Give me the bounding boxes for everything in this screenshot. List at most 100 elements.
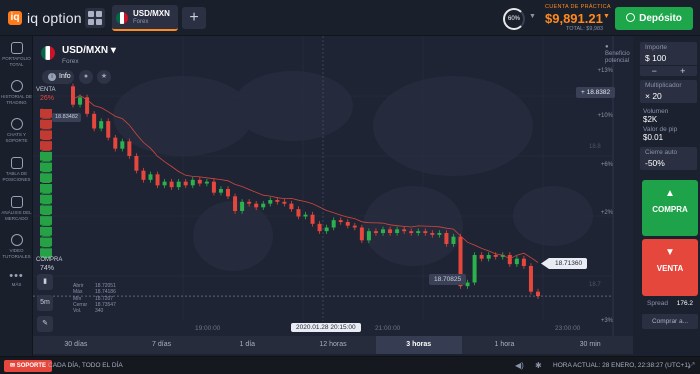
settings-icon[interactable]: ✱ [535,361,542,370]
star-icon[interactable]: ★ [97,70,111,84]
sentiment-block [40,141,52,150]
candle-body [451,236,456,244]
logo[interactable]: iq iq option [8,10,82,26]
plus-icon: + [581,89,585,96]
time-axis-label: 21:00:00 [375,325,401,332]
candle-body [437,233,442,235]
sidebar-item-portfolio[interactable]: PORTAFOLIO TOTAL [0,42,33,67]
deposit-label: Depósito [639,13,682,24]
right-axis-label: +10% [597,113,613,119]
grid-price-label: 18.7 [589,282,601,288]
pencil-icon[interactable]: ✎ [37,316,53,332]
timeframe-3h[interactable]: 3 horas [375,336,462,354]
sentiment-bar [40,108,52,258]
amount-box: Importe $ 100 − + [640,42,697,76]
sell-button[interactable]: ▼ VENTA [642,239,698,296]
candle-body [317,223,322,232]
map-region [233,71,353,141]
candle-body [169,181,174,188]
amount-plus-button[interactable]: + [669,66,698,76]
chart-area[interactable]: +13% +10% +6% +2% +3% 18.8 18.7 USD/MXN ▾ Fore… [33,36,633,336]
right-axis-label: +2% [601,210,614,216]
candle-body [141,170,146,180]
sidebar-item-chat[interactable]: CHATS Y SOPORTE [0,118,33,143]
candle-body [197,179,202,184]
candle-body [521,258,526,266]
candle-body [381,229,385,233]
auto-close-value[interactable]: -50% [640,156,697,170]
timeframe-1d[interactable]: 1 día [204,336,290,354]
timeframe-7d[interactable]: 7 días [119,336,205,354]
sidebar-item-leaderboard[interactable]: TABLA DE POSICIONES [0,157,33,182]
candle-body [268,200,273,204]
sentiment-block [40,226,52,236]
current-price-tag: 18.71360 [541,258,588,269]
candle-body [106,121,111,138]
deposit-button[interactable]: Depósito [615,7,693,30]
candle-body [409,231,414,233]
amount-minus-button[interactable]: − [640,66,669,76]
asset-type: Forex [62,58,79,65]
multiplier-box[interactable]: Multiplicador × 20 [640,80,697,103]
sidebar-item-more[interactable]: ••• MÁS [0,271,33,288]
history-icon [10,80,23,92]
map-region [363,186,463,266]
buy-at-button[interactable]: Comprar a... [642,314,698,329]
multiplier-value[interactable]: × 20 [640,89,697,103]
current-time: HORA ACTUAL: 28 ENERO, 22:38:27 (UTC+1) [553,362,691,369]
candle-body [423,231,428,233]
candle-body [240,201,245,211]
right-axis-label: +13% [597,68,613,74]
buy-button[interactable]: ▲ COMPRA [642,180,698,236]
candle-body [479,255,484,259]
candle-body [211,181,216,193]
sentiment-block [40,130,52,140]
sidebar-item-video[interactable]: VIDEO TUTORIALES [0,234,33,259]
candle-body [78,97,83,105]
price-chart[interactable]: +13% +10% +6% +2% +3% 18.8 18.7 [33,36,633,336]
sentiment-block [40,205,52,215]
asset-tab[interactable]: USD/MXN Forex [112,5,178,31]
candle-body [120,141,125,149]
add-tab-button[interactable]: + [182,7,206,29]
timeframe-30m[interactable]: 30 min [547,336,633,354]
sidebar-item-analysis[interactable]: ANÁLISIS DEL MERCADO [0,196,33,221]
grid-menu-icon[interactable] [85,8,105,28]
candle-body [373,231,378,233]
bell-icon[interactable]: ● [79,70,93,84]
timeframe-30d[interactable]: 30 días [33,336,119,354]
amount-label: Importe [645,44,668,51]
spread-row: Spread 176.2 [647,300,693,307]
timeframe-12h[interactable]: 12 horas [290,336,376,354]
candle-body [275,200,280,202]
chevron-down-icon[interactable]: ▼ [529,13,536,20]
potential-profit-label: ● Beneficio potencial [605,44,630,64]
amount-input[interactable]: $ 100 [640,51,697,65]
candle-body [402,229,407,232]
sell-sentiment-pct: 26% [40,95,55,102]
candle-body [233,196,238,211]
fullscreen-icon[interactable]: ⤢ [688,361,694,371]
auto-close-box[interactable]: Cierre auto -50% [640,147,697,170]
candle-body [113,137,118,149]
account-balance[interactable]: $9,891.21 [545,11,603,26]
buy-sentiment-pct: 74% [40,265,55,272]
analysis-icon [10,196,23,208]
flag-icon [116,12,128,24]
support-button[interactable]: ✉ SOPORTE [4,360,53,372]
asset-name[interactable]: USD/MXN ▾ [62,45,116,56]
candle-body [528,266,533,292]
timeframe-button[interactable]: 5m [37,295,53,311]
sidebar-item-history[interactable]: HISTORIAL DE TRADING [0,80,33,105]
timeframe-bar: 30 días 7 días 1 día 12 horas 3 horas 1 … [33,336,633,354]
chart-type-icon[interactable]: ▮ [37,274,53,290]
volume-value: $2K [643,115,658,124]
sentiment-block [40,248,52,257]
candle-body [465,282,470,287]
timeframe-1h[interactable]: 1 hora [462,336,548,354]
candle-body [148,174,153,180]
info-button[interactable]: i Info [42,70,74,84]
balance-chevron-icon[interactable]: ▼ [603,13,610,20]
profit-level-ring[interactable]: 60% [503,8,525,30]
volume-icon[interactable]: ◀) [515,361,524,370]
